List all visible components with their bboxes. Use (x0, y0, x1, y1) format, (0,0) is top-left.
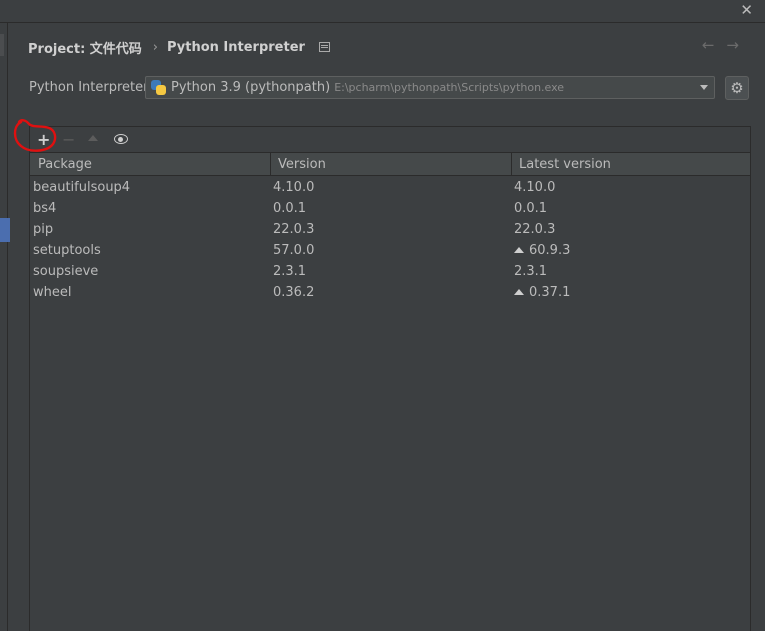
arrow-left-icon[interactable]: ← (702, 36, 727, 54)
package-latest: 2.3.1 (514, 264, 548, 279)
package-name: setuptools (33, 243, 101, 258)
settings-sidebar-edge (0, 23, 8, 631)
chevron-down-icon[interactable] (700, 85, 708, 90)
interpreter-path: E:\pcharm\pythonpath\Scripts\python.exe (334, 81, 565, 94)
close-icon[interactable]: ✕ (740, 1, 753, 19)
package-version: 22.0.3 (273, 222, 315, 237)
table-row[interactable]: pip 22.0.3 22.0.3 (30, 219, 750, 240)
minus-icon[interactable]: − (62, 130, 75, 149)
package-name: soupsieve (33, 264, 99, 279)
package-version: 2.3.1 (273, 264, 307, 279)
packages-table-body: beautifulsoup4 4.10.0 4.10.0 bs4 0.0.1 0… (30, 177, 750, 303)
table-row[interactable]: setuptools 57.0.0 60.9.3 (30, 240, 750, 261)
breadcrumb-project[interactable]: Project: 文件代码 (28, 38, 142, 57)
package-version: 57.0.0 (273, 243, 315, 258)
package-latest: 0.0.1 (514, 201, 548, 216)
table-row[interactable]: soupsieve 2.3.1 2.3.1 (30, 261, 750, 282)
package-latest: 22.0.3 (514, 222, 556, 237)
package-version: 0.0.1 (273, 201, 307, 216)
package-name: pip (33, 222, 54, 237)
package-name: wheel (33, 285, 72, 300)
package-name: bs4 (33, 201, 57, 216)
upgrade-available-icon (514, 247, 524, 253)
interpreter-label: Python Interpreter: (29, 80, 153, 95)
breadcrumb: Project: 文件代码 › Python Interpreter (28, 37, 330, 57)
arrow-right-icon[interactable]: → (726, 36, 751, 54)
document-icon (318, 42, 330, 52)
table-header: Package Version Latest version (30, 152, 750, 176)
triangle-up-icon[interactable] (88, 135, 98, 141)
breadcrumb-separator: › (152, 39, 158, 55)
gear-icon[interactable]: ⚙ (725, 76, 749, 100)
latest-version-text: 60.9.3 (529, 243, 571, 258)
table-row[interactable]: beautifulsoup4 4.10.0 4.10.0 (30, 177, 750, 198)
column-header-package[interactable]: Package (38, 157, 92, 172)
packages-toolbar: + − (30, 127, 750, 153)
package-latest: 0.37.1 (514, 285, 570, 300)
packages-panel: + − Package Version Latest version beaut… (29, 126, 751, 631)
table-row[interactable]: wheel 0.36.2 0.37.1 (30, 282, 750, 303)
python-icon (151, 80, 166, 95)
column-header-latest[interactable]: Latest version (519, 157, 611, 172)
sidebar-selected-item[interactable] (0, 218, 10, 242)
upgrade-available-icon (514, 289, 524, 295)
latest-version-text: 0.37.1 (529, 285, 571, 300)
table-row[interactable]: bs4 0.0.1 0.0.1 (30, 198, 750, 219)
package-latest: 60.9.3 (514, 243, 570, 258)
interpreter-select[interactable]: Python 3.9 (pythonpath) E:\pcharm\python… (145, 76, 715, 99)
nav-arrows: ←→ (702, 36, 751, 54)
interpreter-name: Python 3.9 (pythonpath) (171, 80, 331, 95)
package-name: beautifulsoup4 (33, 180, 131, 195)
plus-icon[interactable]: + (37, 130, 50, 149)
column-header-version[interactable]: Version (278, 157, 326, 172)
package-version: 0.36.2 (273, 285, 315, 300)
eye-icon[interactable] (114, 134, 128, 144)
package-latest: 4.10.0 (514, 180, 556, 195)
page-title: Python Interpreter (167, 39, 305, 55)
sidebar-tab[interactable] (0, 34, 4, 56)
title-bar: ✕ (0, 0, 765, 23)
package-version: 4.10.0 (273, 180, 315, 195)
